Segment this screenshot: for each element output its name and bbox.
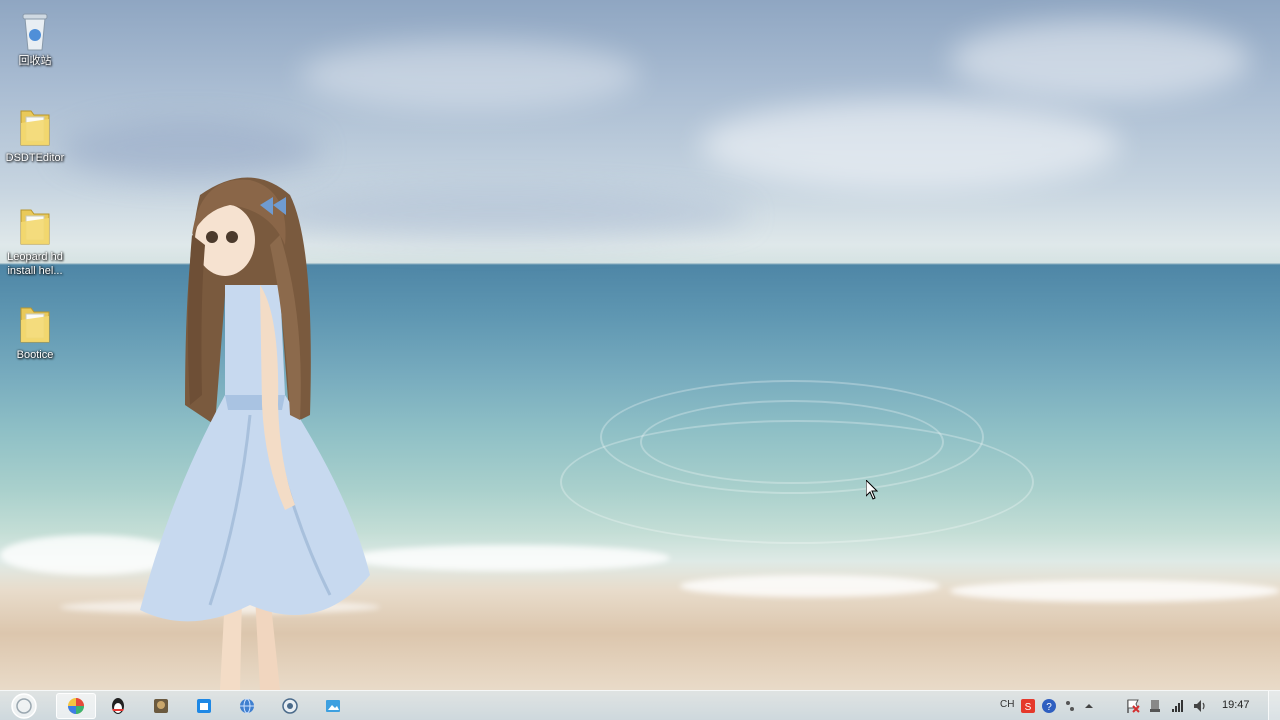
start-orb-icon	[11, 693, 37, 719]
help-icon[interactable]: ?	[1041, 698, 1057, 714]
punctuation-icon[interactable]	[1062, 698, 1078, 714]
cloud	[950, 20, 1250, 100]
taskbar-app-media-player[interactable]	[270, 693, 310, 719]
taskbar-app-color-picker[interactable]	[56, 693, 96, 719]
desktop-icon-leopard-hd-install-helper[interactable]: Leopard hd install hel...	[0, 204, 70, 278]
desktop-icon-recycle-bin[interactable]: 回收站	[0, 8, 70, 68]
desktop-icon-label: Bootice	[16, 349, 54, 361]
cloud	[300, 40, 640, 110]
desktop-icon-dsdteditor[interactable]: DSDTEditor	[0, 105, 70, 165]
taskbar: CH S ? 19:47	[0, 690, 1280, 720]
desktop-icon-label: Leopard hd install hel...	[7, 251, 63, 277]
game-app-icon	[154, 699, 168, 713]
cloud	[700, 100, 1120, 190]
folder-icon	[17, 302, 53, 346]
svg-text:S: S	[1025, 702, 1032, 713]
folder-icon	[17, 204, 53, 248]
mouse-cursor-icon	[866, 480, 878, 500]
wave-foam	[350, 545, 670, 571]
language-indicator[interactable]: CH	[1000, 699, 1014, 710]
desktop-background: 回收站 DSDTEditor Leopard hd install hel...	[0, 0, 1280, 720]
taskbar-app-qq[interactable]	[98, 693, 138, 719]
svg-text:?: ?	[1046, 702, 1052, 713]
color-picker-app-icon	[68, 698, 84, 714]
wallpaper-girl-illustration	[140, 177, 370, 690]
recycle-bin-icon	[17, 8, 53, 52]
volume-icon[interactable]	[1192, 698, 1208, 714]
qq-penguin-icon	[112, 698, 124, 714]
sogou-input-icon[interactable]: S	[1020, 698, 1036, 714]
taskbar-app-store[interactable]	[184, 693, 224, 719]
browser-globe-icon	[240, 698, 254, 714]
action-center-flag-icon[interactable]	[1125, 698, 1141, 714]
taskbar-app-image-viewer[interactable]	[313, 693, 353, 719]
usb-eject-icon[interactable]	[1147, 698, 1163, 714]
taskbar-app-game[interactable]	[141, 693, 181, 719]
show-desktop-button[interactable]	[1268, 691, 1280, 720]
image-viewer-icon	[326, 700, 340, 712]
network-signal-icon[interactable]	[1170, 698, 1186, 714]
media-player-icon	[282, 698, 298, 714]
show-hidden-icons-arrow[interactable]	[1081, 698, 1097, 714]
folder-icon	[17, 105, 53, 149]
wave-foam	[950, 580, 1280, 602]
water-ripple	[560, 420, 1034, 544]
start-button[interactable]	[10, 693, 38, 719]
desktop-icon-label: DSDTEditor	[5, 152, 65, 164]
taskbar-clock[interactable]: 19:47	[1222, 699, 1250, 711]
taskbar-app-browser[interactable]	[227, 693, 267, 719]
desktop-icon-bootice[interactable]: Bootice	[0, 302, 70, 362]
store-app-icon	[197, 699, 211, 713]
desktop-icon-label: 回收站	[18, 55, 52, 67]
wave-foam	[680, 575, 940, 597]
